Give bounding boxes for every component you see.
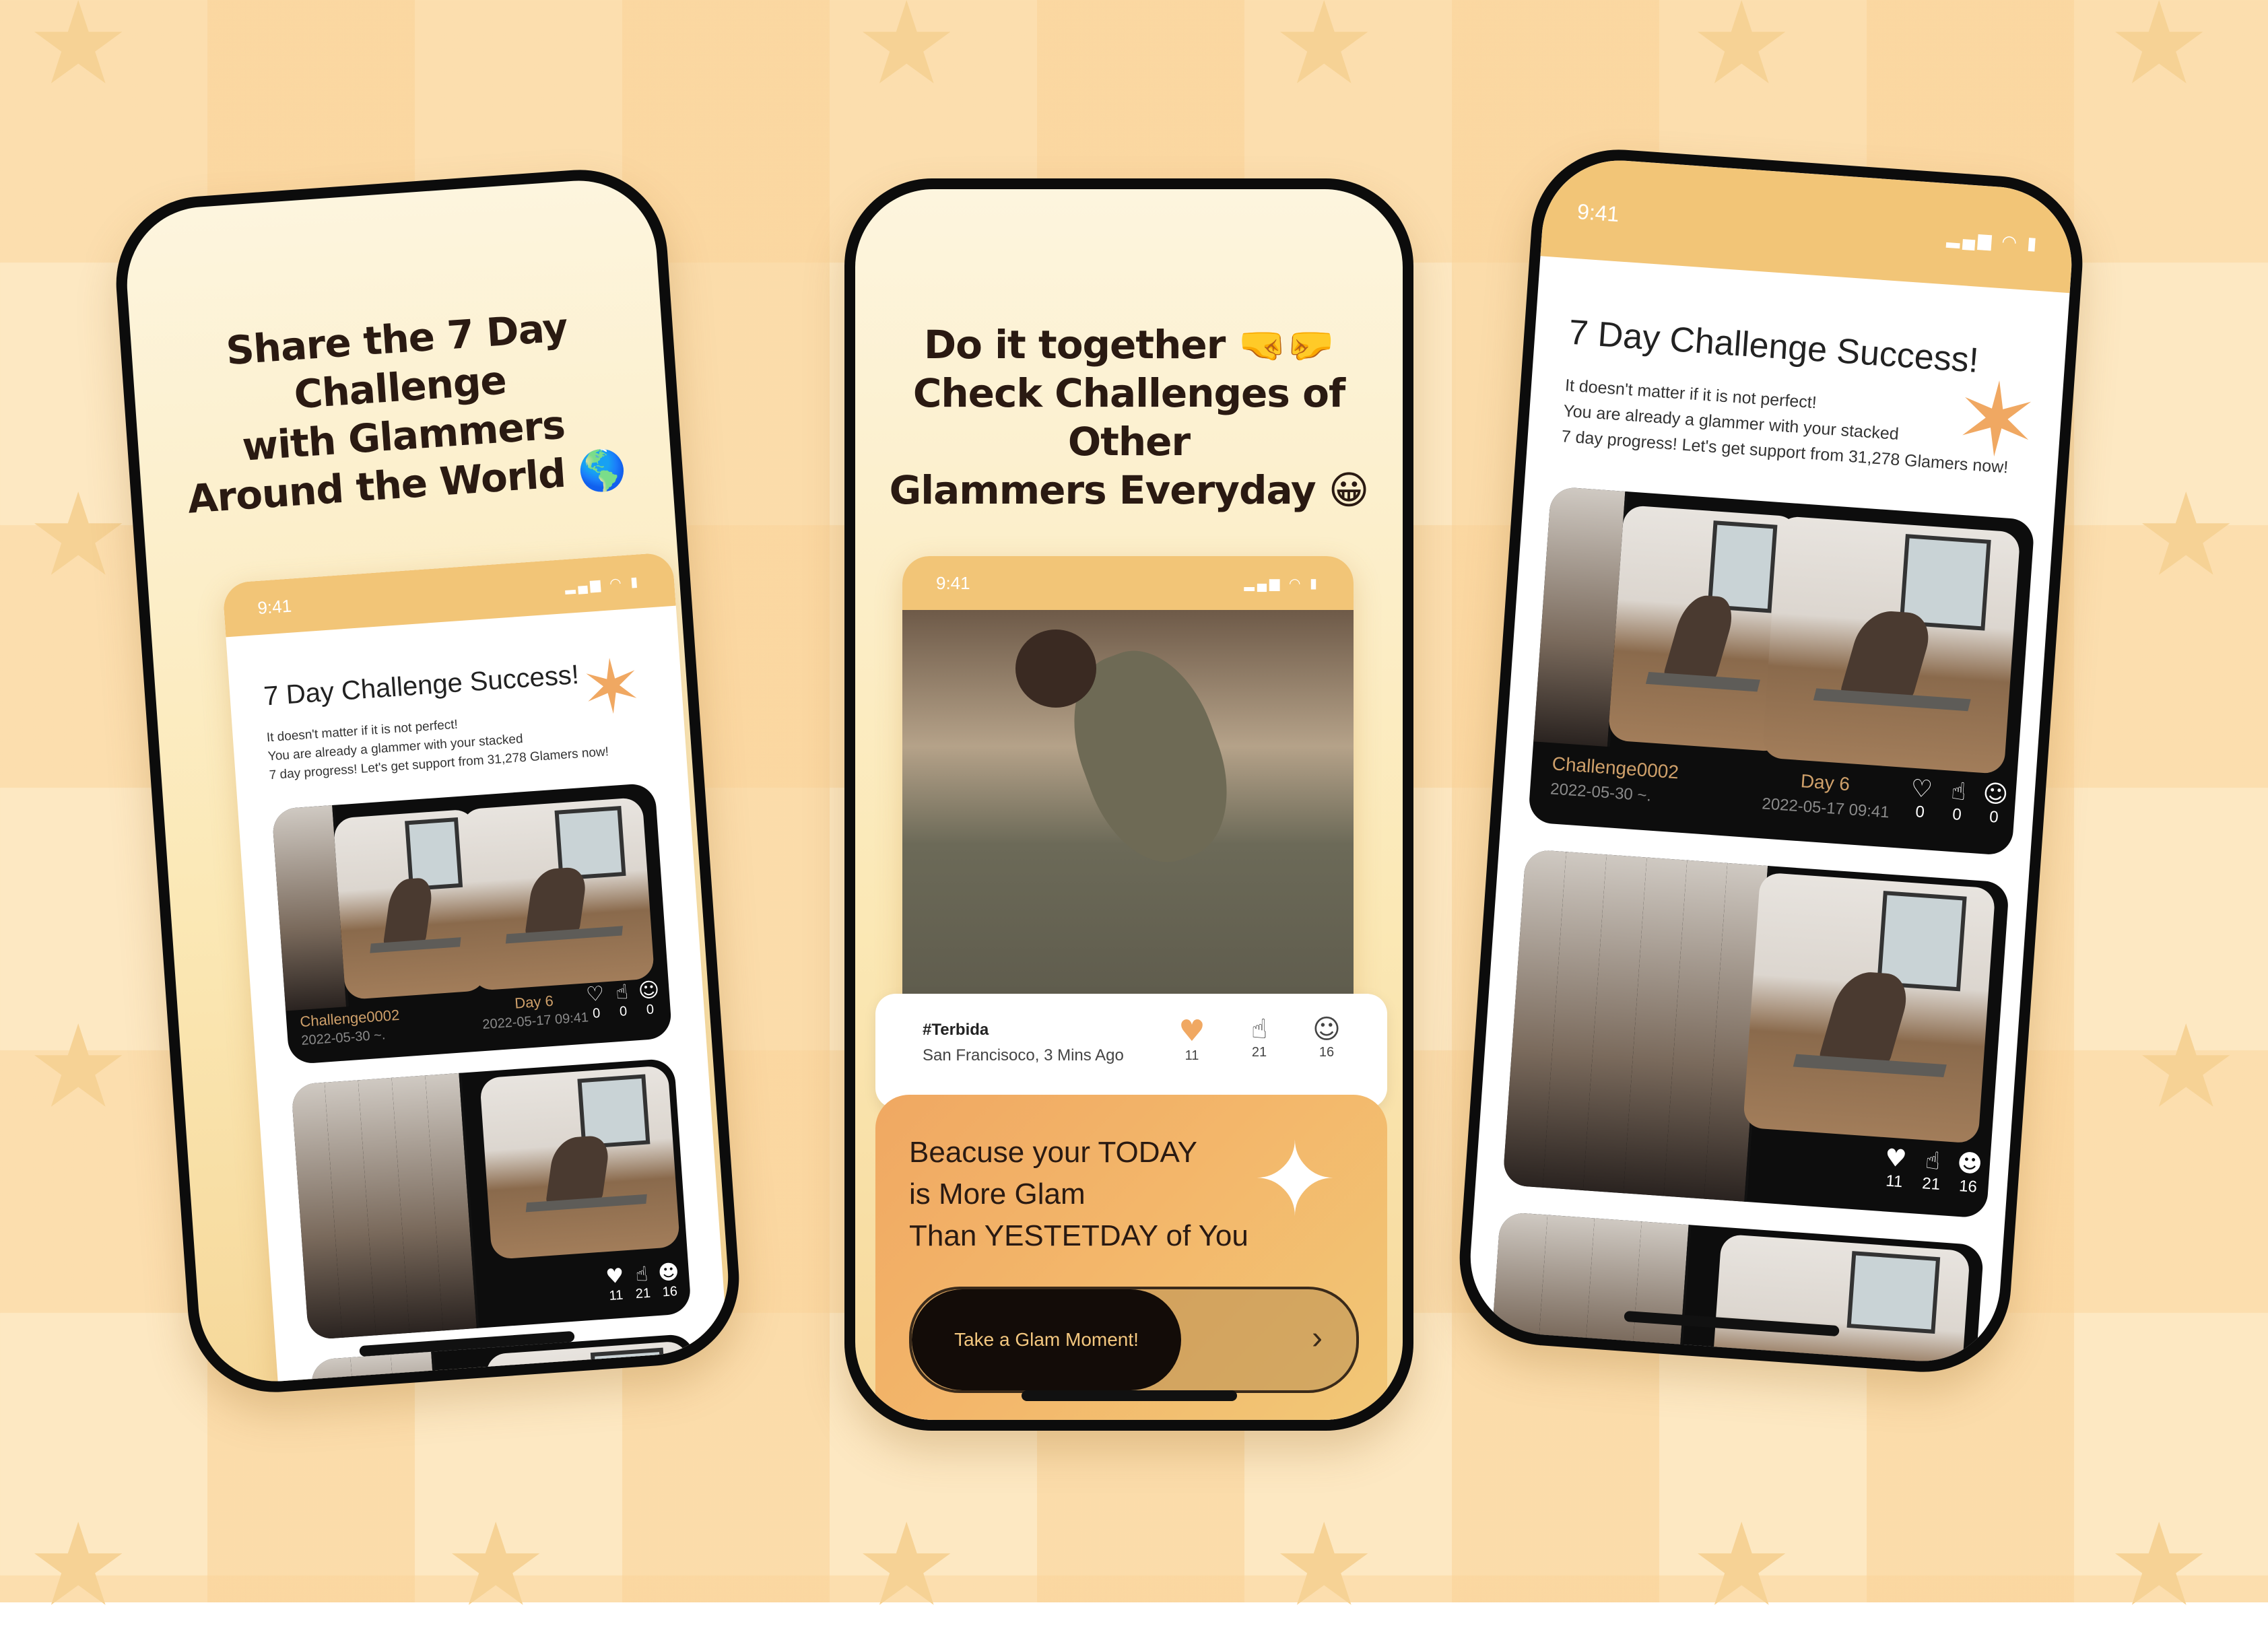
star-decoration: ★ [27,0,130,110]
globe-icon: 🌎 [576,446,628,496]
star-decoration: ★ [444,1499,547,1632]
laugh-icon: ☺ [637,978,661,1003]
status-icons: ▂▄▆ ◠ ▮ [1946,226,2040,254]
challenge-photo [461,796,655,992]
challenge-card[interactable]: ♥ 11 ☝ 21 ☻ 16 [290,1058,692,1340]
heart-icon: ♡ [585,982,605,1007]
challenge-photo [1762,515,2021,775]
home-indicator [1021,1390,1237,1401]
post-location: San Francisoco, 3 Mins Ago [923,1046,1124,1064]
like-count[interactable]: ♥ 11 [1172,1014,1212,1064]
challenge-date: 2022-05-30 ~. [1549,780,1652,805]
thumb-icon: ☝ [615,980,629,1005]
smile-icon: 😀 [1328,467,1369,513]
day-date: 2022-05-17 09:41 [481,1010,589,1033]
heart-icon: ♥ [1883,1144,1908,1174]
post-user: #Terbida [923,1021,989,1039]
like-count[interactable]: ♥ 11 [1877,1144,1914,1192]
star-decoration: ★ [2108,1499,2211,1632]
day-label: Day 6 [514,992,554,1012]
status-bar: 9:41 ▂▄▆ ◠ ▮ [1540,155,2077,294]
challenge-card[interactable]: Challenge0002 2022-05-30 ~. Day 6 2022-0… [271,782,673,1065]
status-time: 9:41 [257,594,292,618]
status-bar: 9:41 ▂▄▆ ◠ ▮ [902,556,1354,610]
like-count[interactable]: ♥ 11 [601,1264,630,1305]
laugh-icon: ☻ [1956,1149,1984,1179]
phone-1: Share the 7 Day Challenge with Glammers … [110,164,745,1398]
laugh-count[interactable]: ☻ 16 [1951,1149,1988,1197]
laugh-count[interactable]: ☺ 16 [1306,1014,1347,1060]
thumb-icon: ☝ [1250,1014,1268,1045]
thumb-icon: ☝ [1924,1147,1941,1176]
cta-slider-track[interactable]: Take a Glam Moment! › [909,1287,1359,1393]
status-icons: ▂▄▆ ◠ ▮ [1244,576,1320,591]
challenge-photo [479,1065,681,1260]
phone-1-app-preview: 9:41 ▂▄▆ ◠ ▮ 7 Day Challenge Success! ✶ … [222,551,733,1387]
success-title: 7 Day Challenge Success! [263,659,580,712]
laugh-count[interactable]: ☺ 0 [1976,780,2013,828]
star-decoration: ★ [1690,0,1793,110]
glam-moment-button[interactable]: Take a Glam Moment! [912,1289,1181,1390]
phone-1-screen: Share the 7 Day Challenge with Glammers … [121,175,734,1387]
challenge-photo [1707,1233,1970,1367]
heart-icon: ♥ [605,1264,625,1289]
star-decoration: ★ [27,469,130,602]
challenge-date: 2022-05-30 ~. [300,1027,387,1048]
star-decoration: ★ [855,1499,958,1632]
star-decoration: ★ [1273,1499,1376,1632]
challenge-photo [1742,872,1996,1144]
like-count[interactable]: ♡ 0 [581,982,611,1023]
cta-text: Beacuse your TODAY is More Glam Than YES… [909,1136,1248,1252]
phone-1-headline: Share the 7 Day Challenge with Glammers … [186,304,628,522]
like-count[interactable]: ♡ 0 [1902,774,1939,823]
star-decoration: ★ [1273,0,1376,110]
phone-3: 9:41 ▂▄▆ ◠ ▮ 7 Day Challenge Success! ✶ … [1453,143,2089,1378]
day-label: Day 6 [1799,770,1851,795]
challenge-card[interactable]: ♥ 11 ☝ 21 ☻ 16 [1502,848,2010,1219]
laugh-count[interactable]: ☻ 16 [655,1260,684,1301]
star-decoration: ★ [2135,469,2238,602]
star-decoration: ★ [1690,1499,1793,1632]
success-description: It doesn't matter if it is not perfect! … [266,717,609,783]
status-time: 9:41 [1576,199,1620,226]
success-title: 7 Day Challenge Success! [1567,312,1980,380]
challenge-card[interactable]: Challenge0002 2022-05-30 ~. Day 6 2022-0… [1527,486,2035,856]
cta-panel: Beacuse your TODAY is More Glam Than YES… [875,1095,1387,1420]
challenge-label: Challenge0002 [1551,753,1679,783]
heart-icon: ♥ [1178,1014,1205,1048]
status-time: 9:41 [936,572,970,593]
thumb-count[interactable]: ☝ 21 [1239,1014,1279,1060]
status-icons: ▂▄▆ ◠ ▮ [564,574,641,594]
sparkle-icon: ✦ [1253,1122,1337,1239]
phone-2: Do it together 🤜🤛 Check Challenges of Ot… [844,178,1413,1431]
thumb-count[interactable]: ☝ 0 [1939,777,1976,825]
heart-icon: ♡ [1910,774,1934,804]
laugh-icon: ☺ [1982,780,2009,809]
challenge-label: Challenge0002 [299,1006,401,1031]
day-date: 2022-05-17 09:41 [1761,794,1890,822]
laugh-icon: ☻ [657,1260,680,1285]
star-decoration: ★ [855,0,958,110]
phone-2-screen: Do it together 🤜🤛 Check Challenges of Ot… [855,189,1403,1420]
phone-2-headline: Do it together 🤜🤛 Check Challenges of Ot… [889,322,1370,513]
thumb-count[interactable]: ☝ 21 [1914,1147,1951,1195]
thumb-icon: ☝ [634,1262,649,1287]
thumb-icon: ☝ [1950,777,1967,807]
thumb-count[interactable]: ☝ 21 [628,1262,657,1303]
star-decoration: ★ [2135,1000,2238,1134]
challenge-card[interactable] [1486,1211,1984,1367]
phone-3-screen: 9:41 ▂▄▆ ◠ ▮ 7 Day Challenge Success! ✶ … [1465,155,2077,1367]
thumb-count[interactable]: ☝ 0 [607,980,637,1021]
star-decoration: ★ [2108,0,2211,110]
post-info-card: #Terbida San Francisoco, 3 Mins Ago ♥ 11 … [875,994,1387,1108]
chevron-right-icon: › [1312,1320,1323,1356]
fist-bump-icon: 🤜🤛 [1238,322,1335,368]
star-decoration: ★ [27,1499,130,1632]
laugh-icon: ☺ [1312,1014,1341,1045]
status-bar: 9:41 ▂▄▆ ◠ ▮ [222,551,676,638]
post-photo[interactable] [902,610,1354,1000]
laugh-count[interactable]: ☺ 0 [634,978,664,1019]
star-decoration: ★ [27,1000,130,1134]
success-description: It doesn't matter if it is not perfect! … [1560,376,2009,477]
